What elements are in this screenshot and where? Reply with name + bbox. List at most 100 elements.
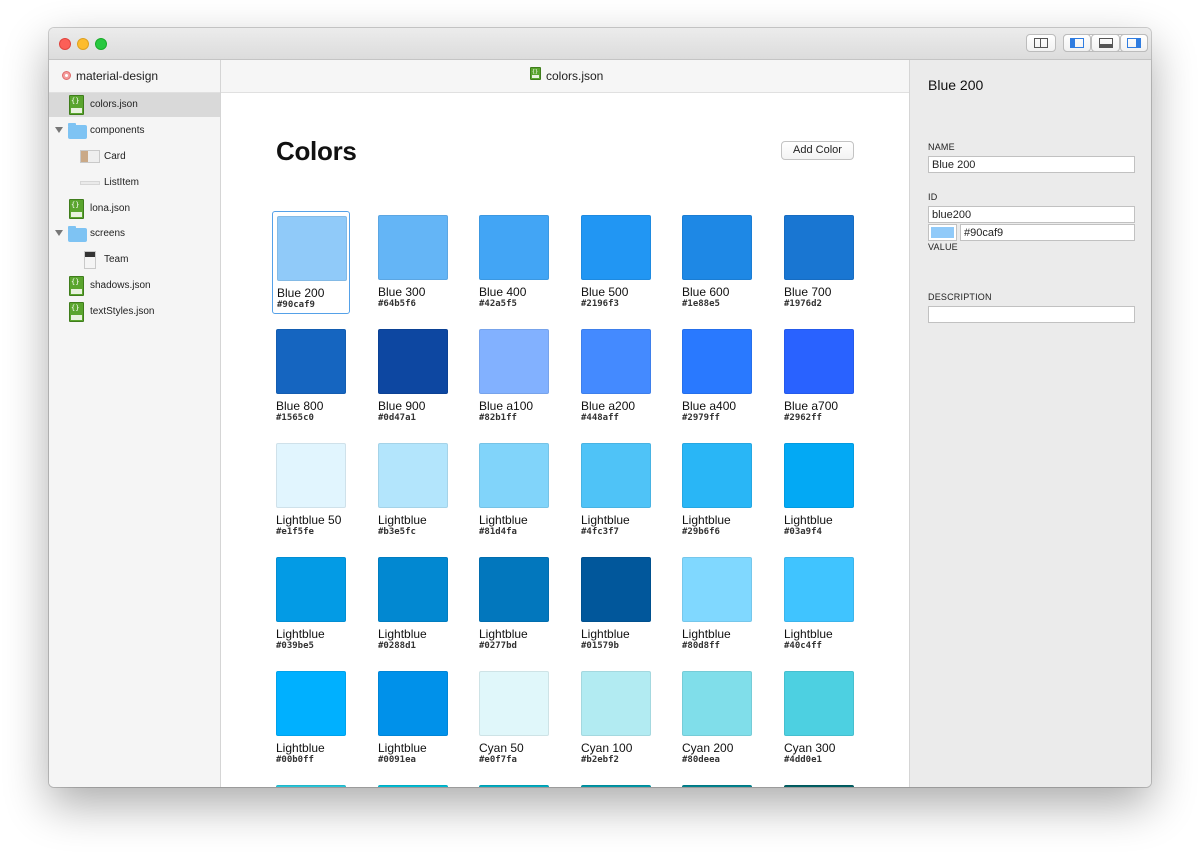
color-swatch-item[interactable]: Cyan 50 #e0f7fa bbox=[475, 667, 553, 770]
color-name: Blue 500 bbox=[581, 285, 629, 299]
color-hex: #03a9f4 bbox=[784, 527, 822, 537]
sidebar-item-team[interactable]: Team bbox=[49, 248, 220, 272]
color-hex: #0d47a1 bbox=[378, 413, 416, 423]
color-swatch-item[interactable]: Blue a100 #82b1ff bbox=[475, 325, 553, 428]
sidebar-item-listitem[interactable]: ListItem bbox=[49, 171, 220, 195]
color-swatch-item[interactable] bbox=[374, 781, 452, 787]
color-hex: #2196f3 bbox=[581, 299, 619, 309]
color-swatch-item[interactable]: Blue 800 #1565c0 bbox=[272, 325, 350, 428]
sidebar-item-shadows-json[interactable]: shadows.json bbox=[49, 274, 220, 298]
color-swatch-item[interactable]: Blue 200 #90caf9 bbox=[272, 211, 350, 314]
color-hex: #039be5 bbox=[276, 641, 314, 651]
color-swatch-item[interactable]: Lightblue #01579b bbox=[577, 553, 655, 656]
color-name: Lightblue bbox=[682, 627, 731, 641]
color-name: Lightblue bbox=[784, 627, 833, 641]
color-swatch-item[interactable]: Blue a700 #2962ff bbox=[780, 325, 858, 428]
color-swatch-item[interactable]: Blue 900 #0d47a1 bbox=[374, 325, 452, 428]
color-well-button[interactable] bbox=[928, 224, 957, 241]
file-navigator-sidebar: material-design colors.json components C… bbox=[49, 60, 221, 787]
color-hex: #0091ea bbox=[378, 755, 416, 765]
description-label: DESCRIPTION bbox=[928, 292, 992, 302]
color-swatch-item[interactable]: Blue 500 #2196f3 bbox=[577, 211, 655, 314]
color-swatch-item[interactable] bbox=[475, 781, 553, 787]
sidebar-item-colors-json[interactable]: colors.json bbox=[49, 93, 220, 117]
color-swatch-item[interactable]: Lightblue #80d8ff bbox=[678, 553, 756, 656]
color-hex: #29b6f6 bbox=[682, 527, 720, 537]
color-name: Blue 600 bbox=[682, 285, 730, 299]
color-swatch-item[interactable]: Lightblue #b3e5fc bbox=[374, 439, 452, 542]
app-window: material-design colors.json components C… bbox=[49, 28, 1151, 787]
color-hex: #42a5f5 bbox=[479, 299, 517, 309]
sidebar-item-label: screens bbox=[90, 228, 126, 239]
id-field[interactable]: blue200 bbox=[928, 206, 1135, 223]
project-name: material-design bbox=[76, 69, 159, 83]
color-swatch-item[interactable]: Blue 600 #1e88e5 bbox=[678, 211, 756, 314]
color-swatch-item[interactable]: Lightblue #0277bd bbox=[475, 553, 553, 656]
color-hex: #01579b bbox=[581, 641, 619, 651]
color-swatch-item[interactable]: Lightblue #039be5 bbox=[272, 553, 350, 656]
color-swatch-item[interactable]: Lightblue #4fc3f7 bbox=[577, 439, 655, 542]
color-swatch-item[interactable]: Lightblue #03a9f4 bbox=[780, 439, 858, 542]
color-swatch-item[interactable]: Cyan 300 #4dd0e1 bbox=[780, 667, 858, 770]
split-view-button[interactable] bbox=[1026, 34, 1056, 52]
inspector-panel: Blue 200 NAME Blue 200 ID blue200 VALUE … bbox=[909, 60, 1151, 787]
color-swatch bbox=[682, 329, 752, 394]
color-swatch-item[interactable]: Lightblue 50 #e1f5fe bbox=[272, 439, 350, 542]
color-name: Lightblue bbox=[581, 513, 630, 527]
color-swatch-item[interactable]: Blue 700 #1976d2 bbox=[780, 211, 858, 314]
color-swatch-item[interactable]: Blue 400 #42a5f5 bbox=[475, 211, 553, 314]
color-swatch-item[interactable]: Blue a200 #448aff bbox=[577, 325, 655, 428]
toggle-right-panel-button[interactable] bbox=[1120, 34, 1148, 52]
color-hex: #64b5f6 bbox=[378, 299, 416, 309]
color-hex: #e0f7fa bbox=[479, 755, 517, 765]
color-name: Blue 800 bbox=[276, 399, 324, 413]
name-field[interactable]: Blue 200 bbox=[928, 156, 1135, 173]
color-swatch-item[interactable]: Blue 300 #64b5f6 bbox=[374, 211, 452, 314]
close-window-button[interactable] bbox=[59, 38, 71, 50]
inspector-title: Blue 200 bbox=[928, 77, 984, 93]
json-file-icon bbox=[69, 199, 84, 219]
toggle-left-panel-button[interactable] bbox=[1063, 34, 1091, 52]
color-hex: #1565c0 bbox=[276, 413, 314, 423]
editor-file-title: colors.json bbox=[546, 69, 604, 83]
color-swatch-item[interactable]: Lightblue #40c4ff bbox=[780, 553, 858, 656]
color-swatch bbox=[581, 329, 651, 394]
color-swatch-item[interactable]: Cyan 100 #b2ebf2 bbox=[577, 667, 655, 770]
color-swatch bbox=[479, 443, 549, 508]
color-hex: #80deea bbox=[682, 755, 720, 765]
color-swatch-item[interactable]: Lightblue #0288d1 bbox=[374, 553, 452, 656]
sidebar-item-textstyles-json[interactable]: textStyles.json bbox=[49, 300, 220, 324]
minimize-window-button[interactable] bbox=[77, 38, 89, 50]
color-name: Lightblue 50 bbox=[276, 513, 342, 527]
color-swatch bbox=[581, 215, 651, 280]
disclosure-triangle-icon[interactable] bbox=[55, 127, 63, 133]
value-hex-field[interactable]: #90caf9 bbox=[960, 224, 1135, 241]
sidebar-item-components[interactable]: components bbox=[49, 119, 220, 143]
sidebar-item-screens[interactable]: screens bbox=[49, 222, 220, 246]
color-name: Blue 400 bbox=[479, 285, 527, 299]
color-swatch bbox=[479, 671, 549, 736]
add-color-button[interactable]: Add Color bbox=[781, 141, 854, 160]
color-swatch-item[interactable]: Lightblue #00b0ff bbox=[272, 667, 350, 770]
toggle-bottom-panel-button[interactable] bbox=[1091, 34, 1120, 52]
zoom-window-button[interactable] bbox=[95, 38, 107, 50]
color-hex: #448aff bbox=[581, 413, 619, 423]
color-swatch-item[interactable] bbox=[678, 781, 756, 787]
color-swatch-item[interactable]: Lightblue #0091ea bbox=[374, 667, 452, 770]
sidebar-item-lona-json[interactable]: lona.json bbox=[49, 197, 220, 221]
description-field[interactable] bbox=[928, 306, 1135, 323]
color-swatch-item[interactable]: Lightblue #29b6f6 bbox=[678, 439, 756, 542]
sidebar-item-card[interactable]: Card bbox=[49, 145, 220, 169]
color-swatch-item[interactable] bbox=[272, 781, 350, 787]
sidebar-item-label: lona.json bbox=[90, 203, 131, 214]
color-swatch-item[interactable]: Lightblue #81d4fa bbox=[475, 439, 553, 542]
editor-header: colors.json bbox=[221, 60, 909, 93]
right-panel-icon bbox=[1127, 38, 1141, 48]
color-swatch bbox=[682, 215, 752, 280]
color-swatch-item[interactable] bbox=[577, 781, 655, 787]
color-swatch-item[interactable]: Blue a400 #2979ff bbox=[678, 325, 756, 428]
disclosure-triangle-icon[interactable] bbox=[55, 230, 63, 236]
color-swatch-item[interactable]: Cyan 200 #80deea bbox=[678, 667, 756, 770]
color-swatch-item[interactable] bbox=[780, 781, 858, 787]
color-name: Blue 300 bbox=[378, 285, 426, 299]
